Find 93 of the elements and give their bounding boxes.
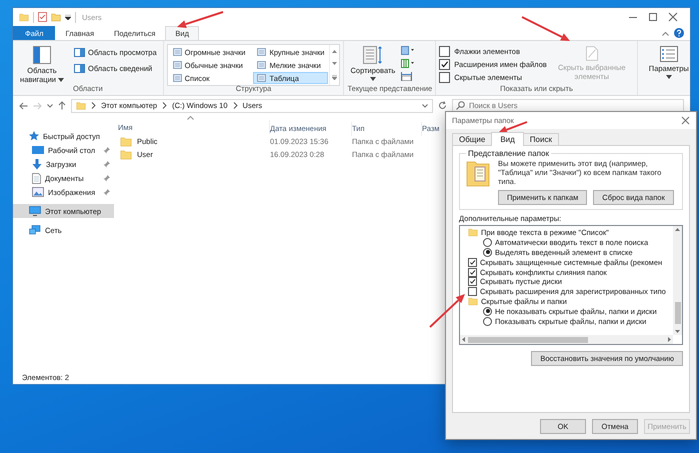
folder-icon (468, 228, 478, 238)
group-title: Представление папок (467, 149, 550, 158)
scroll-left-icon (462, 337, 465, 342)
chevron-down-icon (47, 104, 53, 108)
options-list-icon (660, 46, 678, 62)
chevron-down-icon (422, 104, 428, 108)
chevron-up-icon (662, 30, 669, 36)
checkbox[interactable] (439, 72, 450, 83)
help-icon (674, 28, 684, 38)
chevron-right-icon (232, 102, 238, 109)
add-columns-icon (401, 59, 414, 68)
navigation-pane-icon (33, 46, 51, 64)
folder-icon (19, 12, 29, 22)
checkbox[interactable] (439, 59, 450, 70)
radio-button[interactable] (483, 316, 492, 326)
pin-icon (103, 174, 110, 182)
arrow-left-icon (19, 102, 28, 110)
close-button[interactable] (666, 12, 680, 22)
radio-button[interactable] (483, 238, 492, 248)
back-button[interactable] (19, 102, 28, 110)
chevron-right-icon (91, 102, 96, 109)
radio-button[interactable] (483, 306, 492, 316)
collapse-ribbon-button[interactable] (662, 30, 669, 36)
arrow-right-icon (33, 102, 42, 110)
folder-view-icon (466, 159, 490, 187)
pin-icon (103, 146, 110, 154)
sort-list-icon (362, 46, 383, 64)
arrow-up-icon (58, 101, 66, 110)
folder-icon (76, 100, 86, 110)
scroll-up-icon (675, 228, 680, 231)
computer-icon (29, 206, 41, 216)
scroll-right-icon (668, 337, 671, 342)
view-mode-icon (257, 48, 266, 56)
caret-icon (666, 75, 672, 79)
checkbox[interactable] (468, 287, 477, 296)
horizontal-scrollbar[interactable] (460, 335, 673, 344)
radio-button[interactable] (483, 248, 492, 257)
up-button[interactable] (58, 101, 66, 110)
annotation-arrow (177, 11, 224, 28)
star-icon (29, 131, 39, 141)
scrollbar-thumb[interactable] (468, 336, 588, 342)
close-icon (681, 116, 690, 125)
maximize-icon (646, 12, 660, 22)
checkbox[interactable] (439, 46, 450, 57)
recent-locations-button[interactable] (47, 104, 53, 108)
checkbox[interactable] (468, 268, 477, 277)
checkbox[interactable] (468, 277, 477, 286)
details-pane-icon (74, 64, 85, 73)
view-mode-icon (172, 48, 182, 56)
document-icon (32, 172, 41, 184)
annotation-arrow (429, 294, 465, 328)
annotation-arrow (522, 16, 570, 41)
column-width-icon (401, 72, 412, 81)
download-arrow-icon (32, 158, 42, 170)
refresh-icon (438, 101, 447, 110)
view-mode-icon (172, 74, 182, 82)
dialog-tab[interactable]: Вид (491, 132, 524, 146)
picture-icon (32, 187, 44, 197)
close-icon (666, 12, 680, 22)
search-icon (456, 101, 465, 110)
sort-caret-icon (187, 116, 194, 120)
group-by-icon (401, 46, 414, 55)
maximize-button[interactable] (646, 12, 660, 22)
scrollbar-thumb[interactable] (674, 302, 680, 324)
folder-icon (120, 150, 132, 160)
preview-pane-icon (74, 48, 85, 57)
checkbox[interactable] (468, 258, 477, 267)
help-button[interactable] (674, 28, 684, 38)
scroll-down-icon (332, 62, 338, 66)
vertical-scrollbar[interactable] (673, 226, 682, 335)
hide-page-icon (586, 46, 598, 61)
pin-icon (103, 160, 110, 168)
close-button[interactable] (681, 116, 690, 125)
caret-icon (58, 78, 64, 82)
view-mode-icon (172, 61, 182, 69)
monitor-icon (32, 145, 44, 155)
view-mode-icon (257, 61, 266, 69)
properties-icon (38, 12, 47, 22)
new-folder-icon (51, 12, 61, 22)
network-icon (29, 225, 41, 235)
scroll-down-icon (675, 330, 680, 333)
dialog-tab[interactable]: Общие (452, 133, 492, 145)
view-mode-icon (257, 74, 266, 82)
pin-icon (103, 188, 110, 196)
folder-icon (468, 296, 478, 306)
dropdown-caret-icon (65, 14, 71, 20)
folder-icon (120, 136, 132, 146)
expand-gallery-icon (332, 75, 338, 80)
caret-icon (370, 77, 376, 81)
scroll-up-icon (332, 50, 338, 53)
dialog-tab[interactable]: Поиск (522, 133, 559, 145)
refresh-button[interactable] (438, 101, 447, 110)
chevron-right-icon (162, 102, 168, 109)
